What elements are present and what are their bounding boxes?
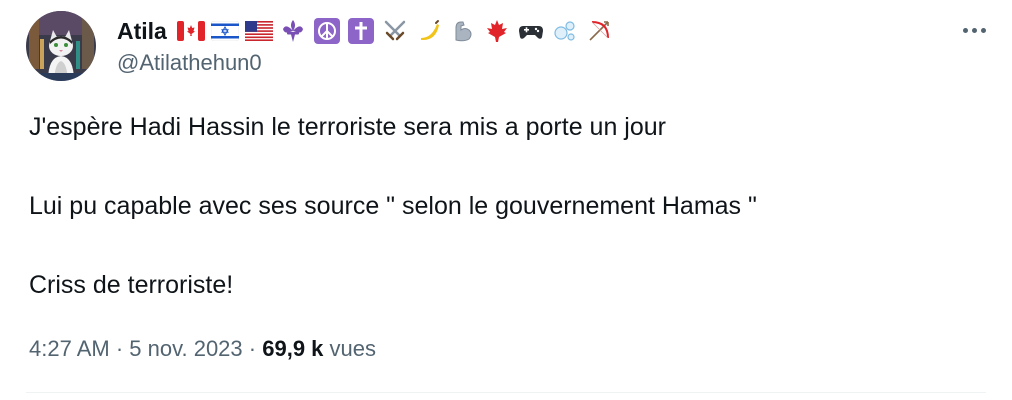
views-label: vues (329, 336, 377, 361)
video-game-icon (517, 17, 545, 45)
tweet-text-line: Lui pu capable avec ses source " selon l… (29, 192, 757, 220)
views-count[interactable]: 69,9 k (262, 336, 323, 361)
israel-flag-icon (210, 17, 239, 45)
banana-icon (415, 17, 443, 45)
tweet-card: Atila @Atilathehun0 J'espère Hadi Hassin… (0, 0, 1012, 400)
bubbles-icon (551, 17, 579, 45)
tweet-meta: 4:27 AM · 5 nov. 2023 · 69,9 k vues (29, 334, 376, 364)
maple-leaf-icon (483, 17, 511, 45)
latin-cross-icon (347, 17, 375, 45)
bow-and-arrow-icon (585, 17, 613, 45)
cat-avatar-icon (26, 11, 96, 81)
tweet-time[interactable]: 4:27 AM (29, 336, 110, 361)
divider (26, 392, 986, 393)
author-handle[interactable]: @Atilathehun0 (117, 50, 262, 76)
more-dot (971, 27, 977, 33)
meta-separator: · (248, 336, 257, 361)
peace-symbol-icon (313, 17, 341, 45)
tweet-text-line: Criss de terroriste! (29, 271, 234, 299)
tweet-date[interactable]: 5 nov. 2023 (129, 336, 242, 361)
more-dot (980, 27, 986, 33)
meta-separator: · (115, 336, 124, 361)
fleur-de-lis-icon (279, 17, 307, 45)
more-dot (962, 27, 968, 33)
avatar[interactable] (26, 11, 96, 81)
flexed-biceps-icon (449, 17, 477, 45)
author-display-name[interactable]: Atila (117, 18, 167, 45)
author-name-row: Atila (117, 14, 613, 48)
tweet-text-line: J'espère Hadi Hassin le terroriste sera … (29, 113, 666, 141)
crossed-swords-icon (381, 17, 409, 45)
canada-flag-icon (176, 17, 205, 45)
usa-flag-icon (244, 17, 273, 45)
more-horizontal-icon[interactable] (956, 18, 992, 42)
